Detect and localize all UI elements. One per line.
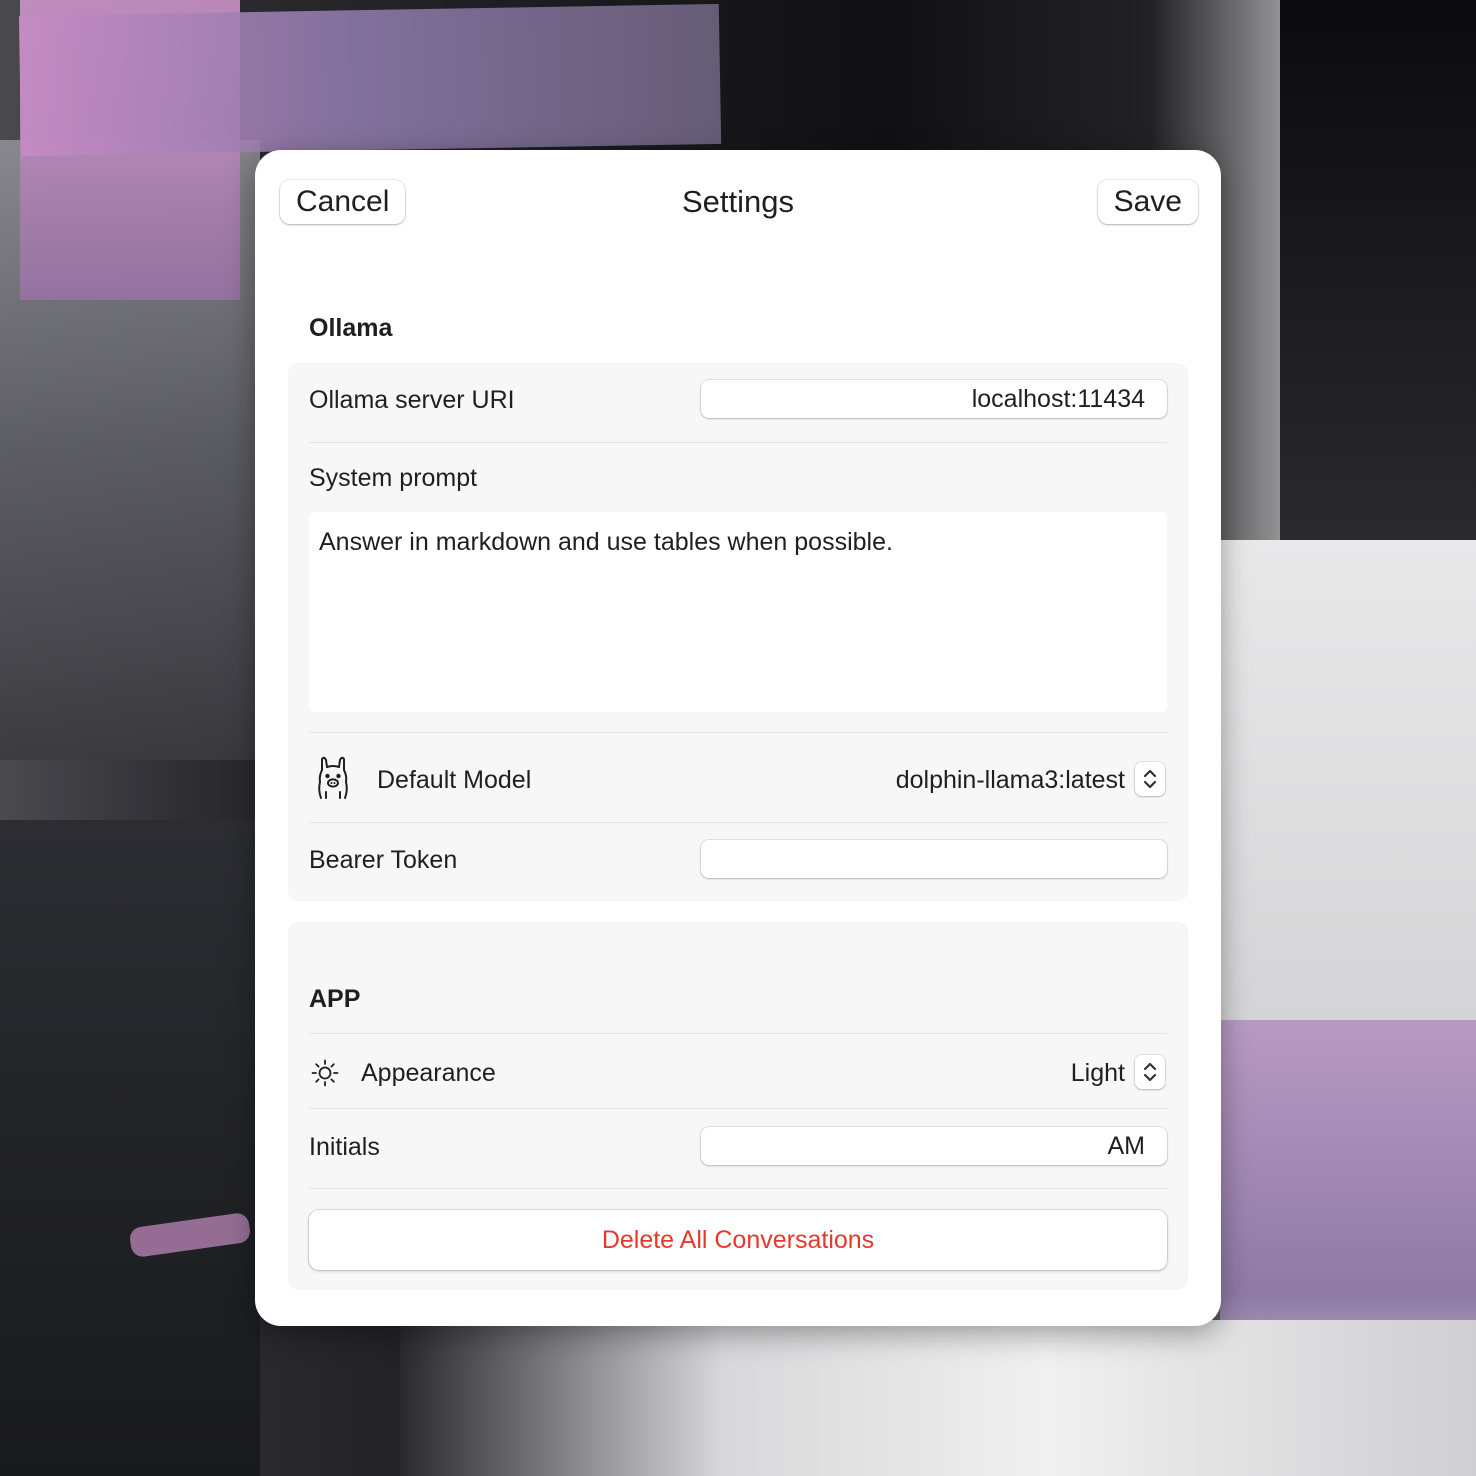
sun-icon: [309, 1057, 341, 1089]
default-model-label: Default Model: [377, 766, 532, 794]
system-prompt-textarea[interactable]: Answer in markdown and use tables when p…: [309, 512, 1167, 712]
llama-icon: [313, 754, 353, 804]
default-model-row[interactable]: Default Model dolphin-llama3:latest: [309, 736, 1167, 820]
divider: [309, 1033, 1167, 1034]
divider: [309, 1108, 1167, 1109]
initials-row: Initials AM: [309, 1125, 1167, 1167]
appearance-value[interactable]: Light: [1071, 1059, 1125, 1088]
appearance-label: Appearance: [361, 1059, 496, 1087]
chevron-up-down-icon: [1143, 1062, 1157, 1082]
initials-label: Initials: [309, 1133, 380, 1161]
server-uri-field[interactable]: localhost:11434: [701, 380, 1167, 418]
bearer-token-label: Bearer Token: [309, 846, 458, 874]
app-section-title: APP: [309, 985, 361, 1013]
settings-sheet: Cancel Settings Save Ollama Ollama serve…: [255, 150, 1221, 1326]
divider: [309, 1188, 1167, 1189]
default-model-stepper[interactable]: [1135, 762, 1165, 796]
appearance-stepper[interactable]: [1135, 1055, 1165, 1089]
bearer-token-field[interactable]: [701, 840, 1167, 878]
server-uri-label: Ollama server URI: [309, 386, 515, 414]
save-button[interactable]: Save: [1097, 180, 1198, 224]
ollama-settings-group: Ollama server URI localhost:11434 System…: [289, 364, 1187, 900]
divider: [309, 822, 1167, 823]
bearer-token-row: Bearer Token: [309, 838, 1167, 880]
app-settings-group: APP Appearance Light Initials AM Delete …: [289, 923, 1187, 1289]
ollama-section-title: Ollama: [309, 314, 393, 342]
default-model-value[interactable]: dolphin-llama3:latest: [896, 766, 1125, 795]
chevron-up-down-icon: [1143, 769, 1157, 789]
server-uri-row: Ollama server URI localhost:11434: [309, 379, 1167, 421]
divider: [309, 732, 1167, 733]
initials-field[interactable]: AM: [701, 1127, 1167, 1165]
delete-all-conversations-button[interactable]: Delete All Conversations: [309, 1210, 1167, 1270]
appearance-row[interactable]: Appearance Light: [309, 1035, 1167, 1107]
page-title: Settings: [681, 184, 794, 219]
system-prompt-label: System prompt: [309, 464, 478, 492]
